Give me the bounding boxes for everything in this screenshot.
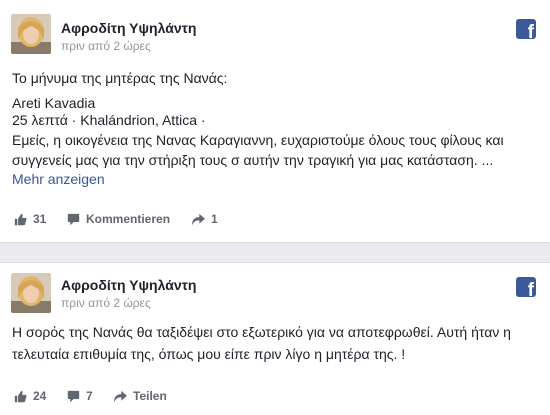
- see-more-link[interactable]: Mehr anzeigen: [12, 171, 105, 187]
- avatar[interactable]: [11, 14, 51, 54]
- like-button[interactable]: 31: [14, 212, 46, 226]
- comment-button[interactable]: 7: [67, 389, 93, 403]
- post-text-line: τελευταία επιθυμία της, όπως μου είπε πρ…: [12, 346, 406, 362]
- facebook-icon[interactable]: f: [516, 277, 536, 297]
- like-icon: [14, 390, 27, 402]
- comment-count: 7: [86, 389, 93, 403]
- post-card: Αφροδίτη Υψηλάντη πριν από 2 ώρες f Το μ…: [0, 0, 550, 243]
- post-text-line: Εμείς, η οικογένεια της Νανας Καραγιαννη…: [12, 132, 504, 148]
- post-text-line: Το μήνυμα της μητέρας της Νανάς:: [12, 70, 228, 86]
- facebook-icon[interactable]: f: [516, 19, 536, 39]
- share-button[interactable]: 1: [192, 212, 218, 226]
- post-card: Αφροδίτη Υψηλάντη πριν από 2 ώρες f Η σο…: [0, 262, 550, 415]
- avatar[interactable]: [11, 273, 51, 313]
- author-name[interactable]: Αφροδίτη Υψηλάντη: [61, 277, 196, 293]
- share-icon: [114, 390, 127, 402]
- post-text-line: 25 λεπτά · Khalándrion, Attica ·: [12, 112, 206, 128]
- comment-icon: [67, 213, 80, 225]
- share-label: Teilen: [133, 389, 167, 403]
- share-button[interactable]: Teilen: [114, 389, 167, 403]
- comment-label: Kommentieren: [86, 212, 171, 226]
- like-icon: [14, 213, 27, 225]
- post-text-line: συγγενείς μας για την στήριξη τους σ αυτ…: [12, 152, 494, 168]
- like-count: 31: [33, 212, 47, 226]
- post-text-line: Η σορός της Νανάς θα ταξιδέψει στο εξωτε…: [12, 324, 511, 340]
- like-count: 24: [33, 389, 47, 403]
- comment-icon: [67, 390, 80, 402]
- like-button[interactable]: 24: [14, 389, 46, 403]
- comment-button[interactable]: Kommentieren: [67, 212, 170, 226]
- post-time[interactable]: πριν από 2 ώρες: [61, 296, 151, 310]
- share-count: 1: [211, 212, 218, 226]
- author-name[interactable]: Αφροδίτη Υψηλάντη: [61, 20, 196, 36]
- share-icon: [192, 213, 205, 225]
- post-time[interactable]: πριν από 2 ώρες: [61, 39, 151, 53]
